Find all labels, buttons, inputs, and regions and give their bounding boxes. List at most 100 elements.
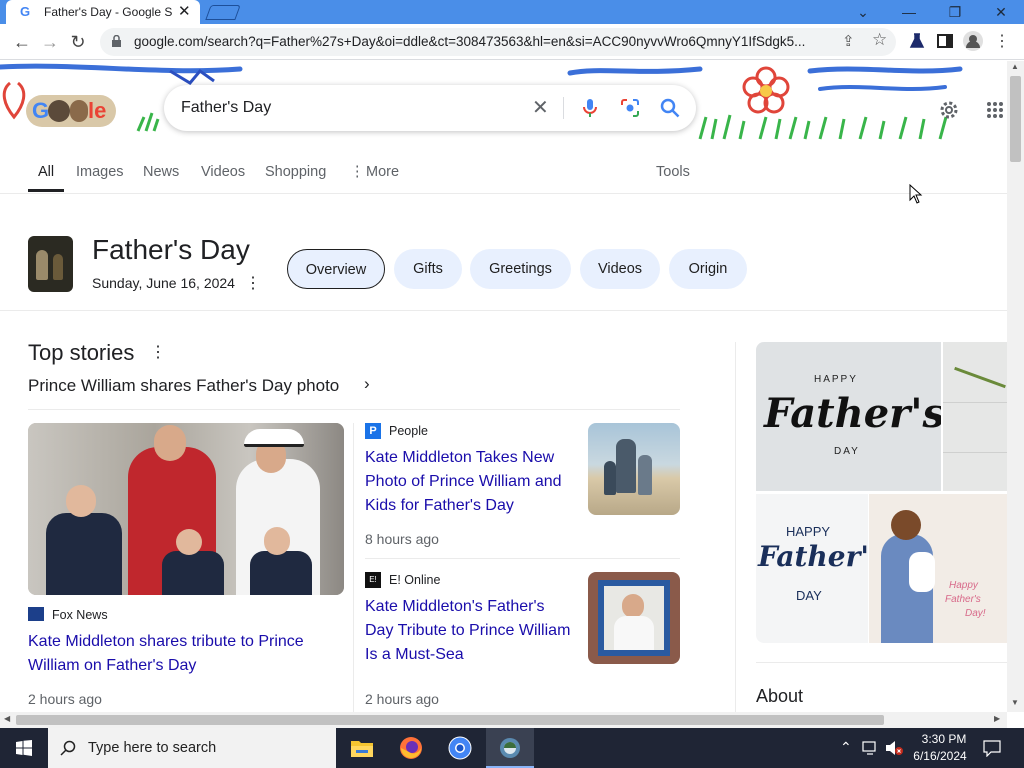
taskbar-search-placeholder: Type here to search [88, 740, 217, 756]
network-icon[interactable] [862, 740, 880, 756]
story-1-title[interactable]: Kate Middleton Takes New Photo of Prince… [365, 446, 575, 518]
new-tab-button[interactable] [205, 5, 241, 20]
url-text: google.com/search?q=Father%27s+Day&oi=dd… [134, 34, 806, 49]
clear-search-icon[interactable]: ✕ [532, 95, 549, 120]
story-2-image[interactable] [588, 572, 680, 664]
windows-start-icon[interactable] [16, 740, 32, 756]
side-panel-icon[interactable] [936, 32, 954, 50]
search-icon[interactable] [660, 98, 680, 118]
main-story-image[interactable] [28, 423, 344, 595]
scroll-left-icon[interactable]: ◀ [4, 714, 10, 723]
tab-all[interactable]: All [38, 164, 54, 180]
search-divider [563, 97, 564, 119]
story-2-source: E! Online [389, 573, 441, 587]
taskbar-search-box[interactable]: Type here to search [48, 728, 336, 768]
knowledge-thumbnail[interactable] [28, 236, 73, 292]
voice-search-icon[interactable] [582, 98, 598, 118]
tab-news[interactable]: News [143, 164, 179, 180]
main-story-title[interactable]: Kate Middleton shares tribute to Prince … [28, 630, 344, 678]
clock-time[interactable]: 3:30 PM [916, 732, 972, 746]
settings-gear-icon[interactable] [938, 99, 960, 121]
top-stories-heading: Top stories [28, 340, 135, 365]
horizontal-scroll-thumb[interactable] [16, 715, 884, 725]
chip-videos[interactable]: Videos [580, 249, 660, 289]
top-stories-options-icon[interactable]: ⋮ [150, 342, 166, 362]
knowledge-options-icon[interactable]: ⋮ [245, 273, 261, 293]
main-story-time: 2 hours ago [28, 691, 102, 707]
tab-title: Father's Day - Google Search [44, 5, 172, 19]
lock-icon [112, 35, 121, 47]
google-doodle-logo[interactable]: G le [26, 95, 116, 127]
volume-muted-icon[interactable] [884, 739, 904, 757]
chrome-menu-icon[interactable]: ⋮ [990, 30, 1014, 54]
tab-images[interactable]: Images [76, 164, 124, 180]
side-panel-divider [735, 342, 736, 712]
close-tab-icon[interactable]: ✕ [178, 2, 191, 20]
active-app-icon[interactable] [486, 728, 534, 768]
scroll-right-icon[interactable]: ▶ [994, 714, 1000, 723]
address-bar[interactable]: google.com/search?q=Father%27s+Day&oi=dd… [100, 28, 896, 56]
scroll-down-icon[interactable]: ▼ [1011, 698, 1019, 707]
scroll-up-icon[interactable]: ▲ [1011, 62, 1019, 71]
tab-videos[interactable]: Videos [201, 164, 245, 180]
about-divider [756, 662, 1007, 663]
chip-origin[interactable]: Origin [669, 249, 747, 289]
chrome-icon[interactable] [436, 728, 484, 768]
bookmark-star-icon[interactable]: ☆ [872, 30, 887, 50]
tools-button[interactable]: Tools [656, 164, 690, 180]
google-apps-icon[interactable] [986, 101, 1004, 119]
story-divider [365, 558, 680, 559]
side-image-4[interactable]: Happy Father's Day! [869, 494, 1007, 643]
active-tab-indicator [28, 189, 64, 192]
nav-divider [0, 193, 1007, 194]
taskbar: Type here to search ⌃ 3:30 PM 6/16/2024 [0, 728, 1024, 768]
firefox-icon[interactable] [387, 728, 435, 768]
search-input[interactable]: Father's Day [181, 99, 271, 117]
file-explorer-icon[interactable] [338, 728, 386, 768]
side-image-3[interactable]: HAPPY Father's DAY [756, 494, 868, 643]
side-image-1[interactable]: HAPPY Father's DAY [756, 342, 941, 491]
vertical-scroll-thumb[interactable] [1010, 76, 1021, 162]
fox-news-logo-icon [28, 607, 44, 621]
active-tab[interactable]: G Father's Day - Google Search ✕ [6, 0, 200, 24]
minimize-button[interactable]: — [886, 0, 932, 24]
story-2-title[interactable]: Kate Middleton's Father's Day Tribute to… [365, 595, 575, 667]
main-story-source: Fox News [52, 608, 108, 622]
forward-button[interactable]: → [38, 30, 62, 54]
tab-shopping[interactable]: Shopping [265, 164, 326, 180]
story-cluster-heading[interactable]: Prince William shares Father's Day photo [28, 376, 339, 396]
notification-icon[interactable] [982, 739, 1002, 757]
tab-search-icon[interactable]: ⌄ [840, 0, 886, 24]
share-icon[interactable]: ⇪ [842, 32, 855, 50]
chip-greetings[interactable]: Greetings [470, 249, 571, 289]
eonline-logo-icon: E! [365, 572, 381, 588]
google-favicon-icon: G [20, 4, 31, 19]
story-1-time: 8 hours ago [365, 531, 439, 547]
column-divider [353, 423, 354, 712]
close-window-button[interactable]: ✕ [978, 0, 1024, 24]
knowledge-title: Father's Day [92, 234, 250, 265]
stories-divider [28, 409, 680, 410]
back-button[interactable]: ← [10, 30, 34, 54]
about-heading: About [756, 686, 804, 706]
flask-extension-icon[interactable] [908, 32, 926, 50]
profile-avatar-icon[interactable] [962, 30, 984, 52]
people-logo-icon: P [365, 423, 381, 439]
reload-button[interactable]: ↻ [66, 30, 90, 54]
chevron-right-icon[interactable]: › [364, 374, 370, 394]
chip-gifts[interactable]: Gifts [394, 249, 462, 289]
page-viewport: G le Father's Day ✕ All Images News Vide… [0, 61, 1007, 712]
chip-overview[interactable]: Overview [287, 249, 385, 289]
clock-date[interactable]: 6/16/2024 [908, 749, 972, 763]
story-1-image[interactable] [588, 423, 680, 515]
mouse-cursor-icon [909, 184, 923, 204]
more-options-icon[interactable]: ⋮ [350, 164, 365, 180]
lens-search-icon[interactable] [620, 98, 640, 118]
side-image-2[interactable] [943, 342, 1007, 491]
story-1-source: People [389, 424, 428, 438]
tray-chevron-up-icon[interactable]: ⌃ [840, 739, 852, 756]
search-box[interactable]: Father's Day ✕ [164, 85, 696, 131]
restore-button[interactable]: ❐ [932, 0, 978, 24]
tab-more[interactable]: More [366, 164, 399, 180]
story-2-time: 2 hours ago [365, 691, 439, 707]
